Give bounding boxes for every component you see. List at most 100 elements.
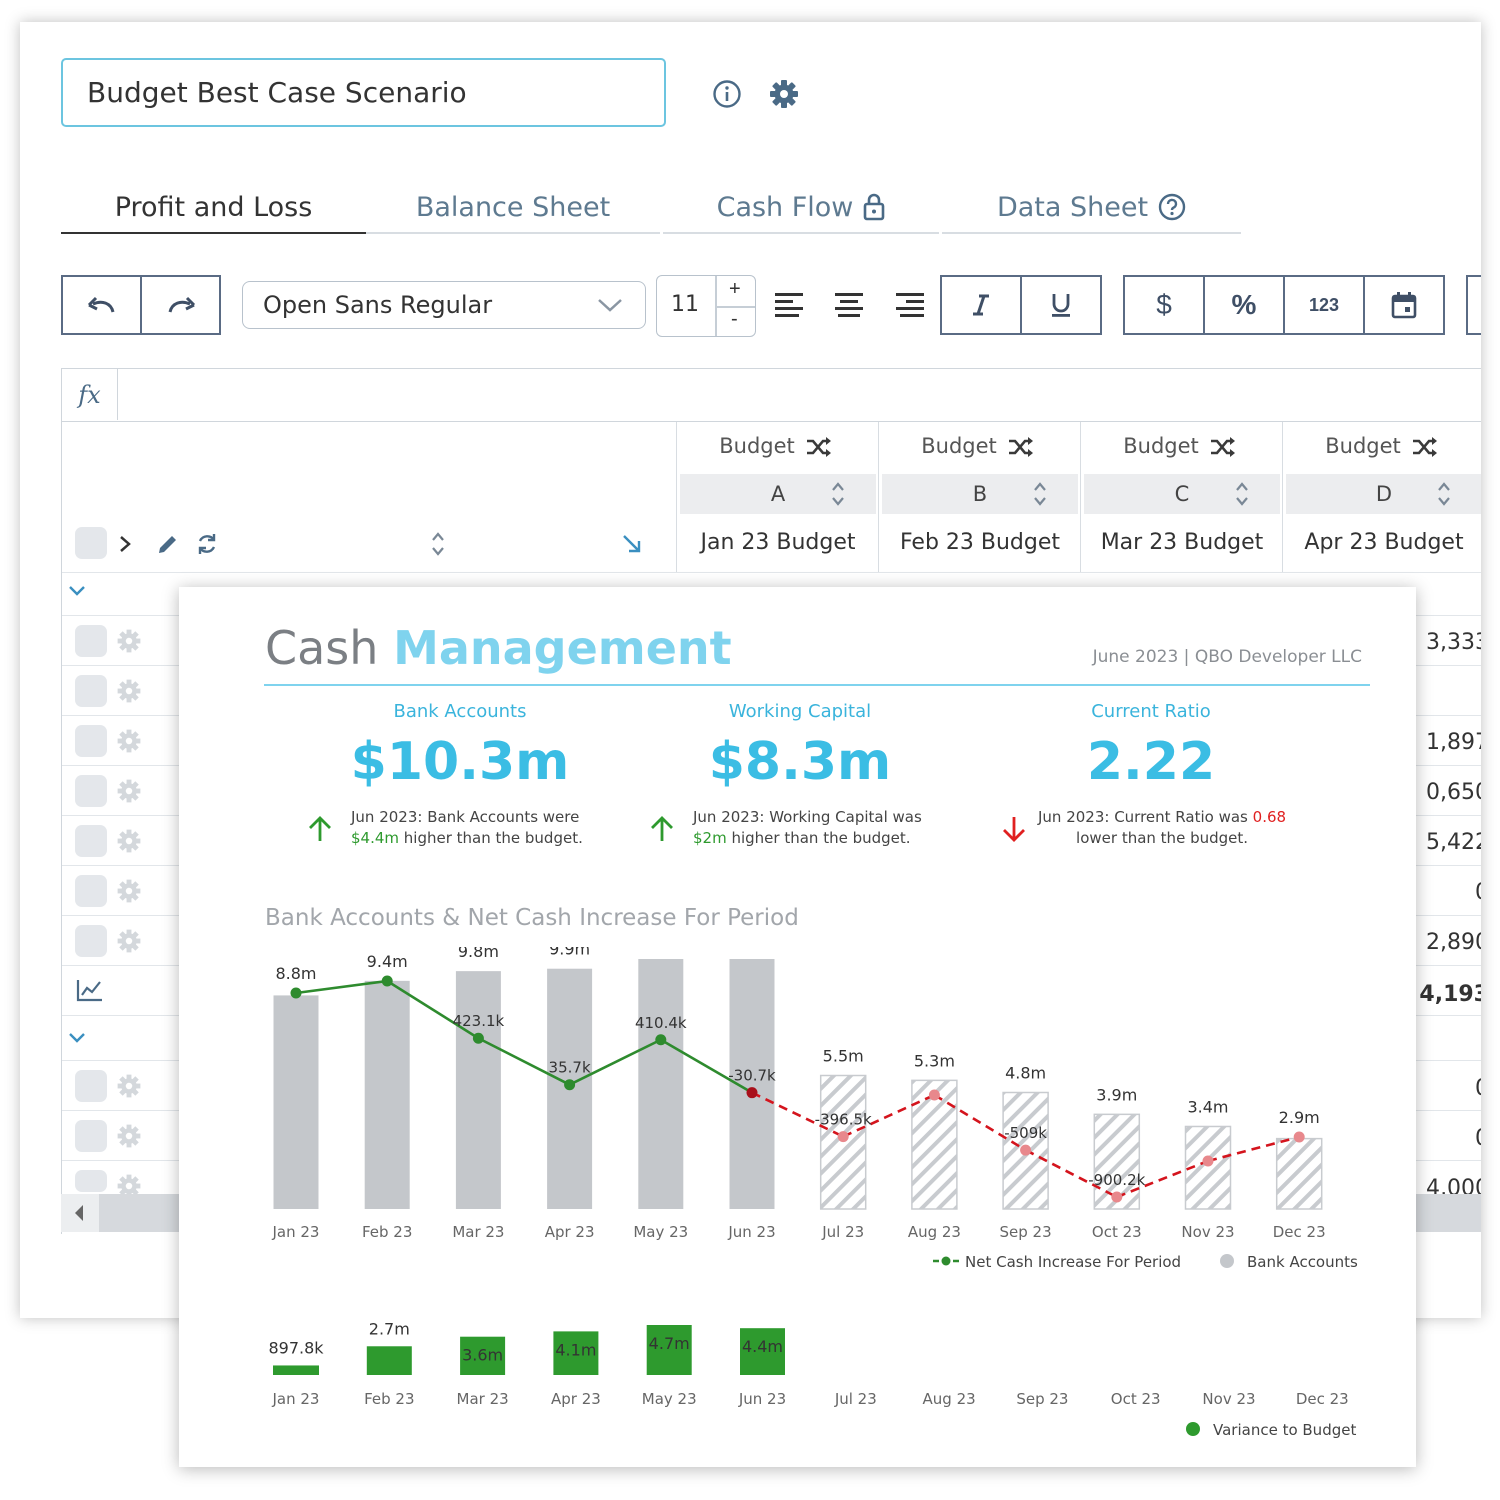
row-gear-icon[interactable] bbox=[116, 928, 142, 954]
tab-balance-sheet[interactable]: Balance Sheet bbox=[366, 182, 660, 234]
tab-cash-flow[interactable]: Cash Flow bbox=[663, 182, 939, 234]
settings-gear-icon[interactable] bbox=[766, 76, 802, 112]
info-icon[interactable] bbox=[710, 77, 744, 111]
align-right-button[interactable] bbox=[893, 287, 927, 323]
cell-value[interactable]: 2,890 bbox=[1426, 930, 1481, 955]
date-format-button[interactable] bbox=[1363, 275, 1445, 335]
x-tick-label: Oct 23 bbox=[1111, 1390, 1161, 1408]
x-tick-label: Jun 23 bbox=[727, 1223, 775, 1241]
scenario-name-input[interactable]: Budget Best Case Scenario bbox=[61, 58, 666, 127]
cell-value[interactable]: 1,897 bbox=[1426, 730, 1481, 755]
align-left-button[interactable] bbox=[772, 287, 806, 323]
shuffle-icon[interactable] bbox=[1411, 436, 1439, 458]
cell-value[interactable]: 5,422 bbox=[1426, 830, 1481, 855]
sort-chevrons-icon[interactable] bbox=[830, 480, 846, 508]
net-cash-point bbox=[564, 1079, 576, 1091]
variance-value-label: 4.4m bbox=[742, 1337, 783, 1356]
redo-button[interactable] bbox=[140, 275, 221, 335]
row-checkbox[interactable] bbox=[75, 675, 107, 707]
variance-value-label: 2.7m bbox=[369, 1319, 410, 1338]
legend-label: Bank Accounts bbox=[1247, 1253, 1358, 1271]
shuffle-icon[interactable] bbox=[1209, 436, 1237, 458]
column-letter: A bbox=[770, 482, 786, 506]
font-size-decrease-button[interactable]: - bbox=[731, 308, 738, 331]
row-gear-icon[interactable] bbox=[116, 828, 142, 854]
number-format-button[interactable]: 123 bbox=[1283, 275, 1365, 335]
tab-profit-and-loss[interactable]: Profit and Loss bbox=[61, 182, 366, 234]
bar-value-label: 5.5m bbox=[823, 1047, 864, 1066]
cell-value[interactable]: 3,333 bbox=[1426, 630, 1481, 655]
row-gear-icon[interactable] bbox=[116, 778, 142, 804]
row-checkbox[interactable] bbox=[75, 825, 107, 857]
underline-button[interactable] bbox=[1020, 275, 1102, 335]
net-cash-point bbox=[1202, 1155, 1214, 1167]
row-checkbox[interactable] bbox=[75, 1120, 107, 1152]
x-tick-label: Aug 23 bbox=[908, 1223, 961, 1241]
row-checkbox[interactable] bbox=[75, 875, 107, 907]
legend-label: Variance to Budget bbox=[1213, 1421, 1356, 1439]
cell-value[interactable]: 0 bbox=[1475, 1076, 1481, 1101]
sort-chevrons-icon[interactable] bbox=[430, 530, 446, 558]
column-letter-cell[interactable]: B bbox=[882, 474, 1078, 514]
column-header-a[interactable]: Budget A Jan 23 Budget bbox=[676, 422, 878, 572]
align-center-button[interactable] bbox=[832, 287, 866, 323]
collapse-arrow-icon[interactable] bbox=[620, 532, 644, 556]
refresh-icon[interactable] bbox=[196, 532, 218, 556]
x-tick-label: Sep 23 bbox=[1016, 1390, 1068, 1408]
chart-title: Bank Accounts & Net Cash Increase For Pe… bbox=[265, 905, 799, 931]
row-gear-icon[interactable] bbox=[116, 728, 142, 754]
sort-chevrons-icon[interactable] bbox=[1436, 480, 1452, 508]
formula-bar[interactable]: fx bbox=[61, 368, 1481, 422]
row-gear-icon[interactable] bbox=[116, 628, 142, 654]
row-checkbox[interactable] bbox=[75, 725, 107, 757]
tab-data-sheet[interactable]: Data Sheet bbox=[942, 182, 1241, 234]
cell-value[interactable]: 0 bbox=[1475, 880, 1481, 905]
x-tick-label: Oct 23 bbox=[1092, 1223, 1142, 1241]
row-gear-icon[interactable] bbox=[116, 678, 142, 704]
undo-button[interactable] bbox=[61, 275, 142, 335]
shuffle-icon[interactable] bbox=[805, 436, 833, 458]
row-expand-icon[interactable] bbox=[68, 1031, 86, 1045]
cell-value[interactable]: 0 bbox=[1475, 1126, 1481, 1151]
row-checkbox[interactable] bbox=[75, 925, 107, 957]
italic-button[interactable] bbox=[940, 275, 1022, 335]
sort-chevrons-icon[interactable] bbox=[1234, 480, 1250, 508]
font-size-increase-button[interactable]: + bbox=[729, 278, 741, 301]
kpi-note: Jun 2023: Bank Accounts were $4.4m higher… bbox=[351, 807, 583, 849]
row-gear-icon[interactable] bbox=[116, 878, 142, 904]
font-size-stepper[interactable]: 11 + - bbox=[656, 275, 756, 337]
column-header-d[interactable]: Budget D Apr 23 Budget bbox=[1282, 422, 1481, 572]
row-checkbox[interactable] bbox=[75, 625, 107, 657]
shuffle-icon[interactable] bbox=[1007, 436, 1035, 458]
scroll-left-button[interactable] bbox=[61, 1194, 99, 1232]
help-icon bbox=[1158, 193, 1186, 221]
net-cash-point bbox=[837, 1131, 849, 1143]
sort-chevrons-icon[interactable] bbox=[1032, 480, 1048, 508]
chart-line-icon[interactable] bbox=[76, 978, 104, 1002]
row-gear-icon[interactable] bbox=[116, 1073, 142, 1099]
row-checkbox[interactable] bbox=[75, 1170, 107, 1192]
panel-title-plain: Cash bbox=[265, 621, 379, 675]
column-header-b[interactable]: Budget B Feb 23 Budget bbox=[878, 422, 1080, 572]
toolbar-overflow-button[interactable] bbox=[1466, 275, 1481, 335]
row-gear-icon[interactable] bbox=[116, 1123, 142, 1149]
row-expand-icon[interactable] bbox=[68, 584, 86, 598]
expand-chevron-icon[interactable] bbox=[118, 534, 132, 554]
currency-format-button[interactable]: $ bbox=[1123, 275, 1205, 335]
kpi-note: Jun 2023: Working Capital was $2m higher … bbox=[693, 807, 922, 849]
select-all-checkbox[interactable] bbox=[75, 527, 107, 559]
cell-value[interactable]: 4,193 bbox=[1419, 982, 1481, 1007]
line-value-label: 423.1k bbox=[453, 1012, 505, 1030]
cell-value[interactable]: 0,650 bbox=[1426, 780, 1481, 805]
font-family-select[interactable]: Open Sans Regular bbox=[242, 281, 646, 329]
row-checkbox[interactable] bbox=[75, 1070, 107, 1102]
row-checkbox[interactable] bbox=[75, 775, 107, 807]
edit-pencil-icon[interactable] bbox=[156, 532, 180, 556]
column-letter-cell[interactable]: C bbox=[1084, 474, 1280, 514]
column-letter-cell[interactable]: A bbox=[680, 474, 876, 514]
legend-label: Net Cash Increase For Period bbox=[965, 1253, 1181, 1271]
line-value-label: -30.7k bbox=[728, 1067, 776, 1085]
percent-format-button[interactable]: % bbox=[1203, 275, 1285, 335]
column-letter-cell[interactable]: D bbox=[1286, 474, 1481, 514]
column-header-c[interactable]: Budget C Mar 23 Budget bbox=[1080, 422, 1282, 572]
